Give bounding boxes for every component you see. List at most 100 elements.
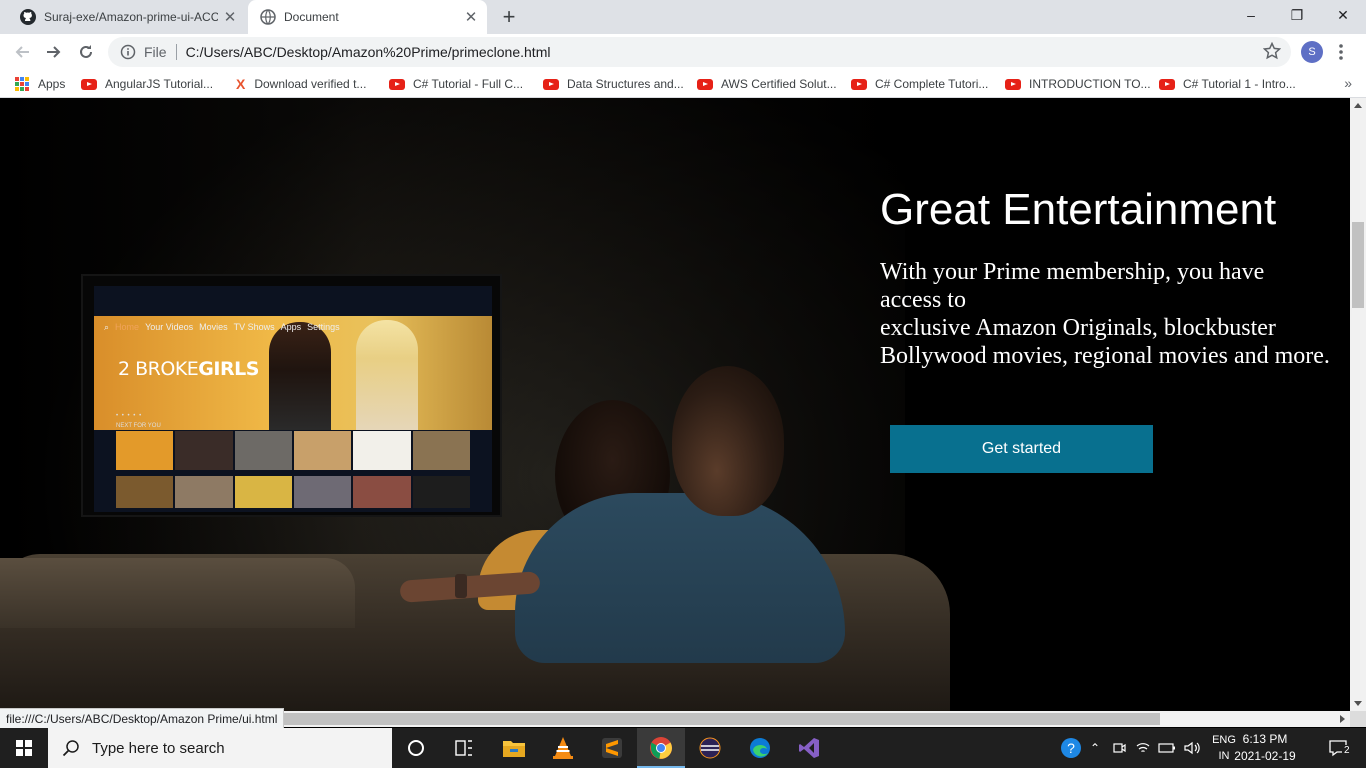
info-icon[interactable] xyxy=(120,44,136,60)
help-icon[interactable]: ? xyxy=(1060,737,1082,759)
hero-text-block: Great Entertainment With your Prime memb… xyxy=(880,184,1350,370)
vertical-scrollbar[interactable] xyxy=(1350,98,1366,711)
notification-count-badge: 2 xyxy=(1342,745,1352,756)
url-separator xyxy=(175,44,177,60)
get-started-button[interactable]: Get started xyxy=(890,425,1153,473)
minimize-button[interactable]: – xyxy=(1228,0,1274,30)
tab-close-icon[interactable]: ✕ xyxy=(459,5,483,29)
tv-tile xyxy=(412,431,470,470)
reload-button[interactable] xyxy=(72,38,100,66)
meet-now-icon[interactable] xyxy=(1112,741,1126,755)
tv-screen: 2 BROKEGIRLS ⌕ Home Your Videos Movies T… xyxy=(94,286,492,512)
tv-tile xyxy=(293,431,352,470)
start-button[interactable] xyxy=(0,728,48,768)
tab-strip: Suraj-exe/Amazon-prime-ui-ACC ✕ Document… xyxy=(0,0,1366,34)
battery-icon[interactable] xyxy=(1158,741,1176,755)
taskbar-search-box[interactable]: Type here to search xyxy=(48,728,392,768)
bookmark-aws[interactable]: AWS Certified Solut... xyxy=(697,76,837,92)
bookmark-label: AWS Certified Solut... xyxy=(721,77,837,91)
couch-arm xyxy=(0,558,355,628)
hero-subtitle-line: access to xyxy=(880,287,966,313)
volume-icon[interactable] xyxy=(1184,741,1200,755)
chrome-icon xyxy=(650,737,672,759)
chrome-button[interactable] xyxy=(637,728,685,768)
wifi-icon[interactable] xyxy=(1136,741,1150,755)
scroll-up-arrow-icon[interactable] xyxy=(1354,103,1362,108)
tab-document[interactable]: Document ✕ xyxy=(248,0,487,34)
bookmark-csharp-complete[interactable]: C# Complete Tutori... xyxy=(851,76,988,92)
edge-icon xyxy=(750,738,770,758)
back-arrow-icon xyxy=(15,46,29,58)
bookmark-data-structures[interactable]: Data Structures and... xyxy=(543,76,684,92)
person-man-head xyxy=(672,366,784,516)
tv-tile xyxy=(234,476,292,508)
hero-subtitle: With your Prime membership, you have acc… xyxy=(880,258,1350,370)
wristwatch xyxy=(455,574,467,598)
edge-button[interactable] xyxy=(736,728,784,768)
show-hidden-icons-chevron-icon[interactable]: ⌃ xyxy=(1090,741,1100,755)
bookmark-introduction[interactable]: INTRODUCTION TO... xyxy=(1005,76,1151,92)
more-options-icon[interactable] xyxy=(1336,42,1346,62)
back-button[interactable] xyxy=(8,38,36,66)
tv-tile xyxy=(116,431,174,470)
tv-tile-row xyxy=(116,476,470,508)
action-center-button[interactable]: 2 xyxy=(1318,728,1358,768)
more-bookmarks-chevron-icon[interactable]: » xyxy=(1344,75,1352,91)
page-viewport: 2 BROKEGIRLS ⌕ Home Your Videos Movies T… xyxy=(0,98,1350,711)
file-explorer-button[interactable] xyxy=(490,728,538,768)
bookmark-csharp-full[interactable]: C# Tutorial - Full C... xyxy=(389,76,523,92)
tv-search-icon: ⌕ xyxy=(104,322,110,332)
clock-time: 6:13 PM xyxy=(1242,732,1288,746)
scroll-right-arrow-icon[interactable] xyxy=(1340,715,1345,723)
tv-tile xyxy=(175,476,233,508)
folder-icon xyxy=(503,741,525,757)
sublime-text-button[interactable] xyxy=(588,728,636,768)
tab-close-icon[interactable]: ✕ xyxy=(218,5,242,29)
youtube-icon xyxy=(697,78,713,90)
forward-button[interactable] xyxy=(40,38,68,66)
bookmark-label: INTRODUCTION TO... xyxy=(1029,77,1151,91)
system-tray: ? ⌃ xyxy=(1060,728,1200,768)
horizontal-scroll-thumb[interactable] xyxy=(280,713,1160,725)
address-bar[interactable]: File C:/Users/ABC/Desktop/Amazon%20Prime… xyxy=(108,37,1291,67)
visual-studio-button[interactable] xyxy=(785,728,833,768)
bookmark-label: C# Tutorial 1 - Intro... xyxy=(1183,77,1296,91)
task-view-button[interactable] xyxy=(440,728,488,768)
scroll-down-arrow-icon[interactable] xyxy=(1354,701,1362,706)
tv-tile xyxy=(293,476,352,508)
youtube-icon xyxy=(389,78,405,90)
bookmark-csharp-tutorial-1[interactable]: C# Tutorial 1 - Intro... xyxy=(1159,76,1296,92)
tv-nav-item: TV Shows xyxy=(233,322,275,332)
tab-github[interactable]: Suraj-exe/Amazon-prime-ui-ACC ✕ xyxy=(8,0,246,34)
windows-taskbar: Type here to search ? ⌃ ENG IN 6:13 PM 2… xyxy=(0,728,1366,768)
tv-tile xyxy=(353,431,411,470)
profile-avatar[interactable]: S xyxy=(1301,41,1323,63)
restore-button[interactable]: ❐ xyxy=(1274,0,1320,30)
eclipse-button[interactable] xyxy=(686,728,734,768)
bookmark-star-icon[interactable] xyxy=(1263,42,1281,60)
tv-nav-item: Your Videos xyxy=(145,322,194,332)
tv-hero-banner: 2 BROKEGIRLS xyxy=(94,316,492,430)
vlc-button[interactable] xyxy=(539,728,587,768)
cortana-button[interactable] xyxy=(392,728,440,768)
new-tab-button[interactable]: + xyxy=(497,4,521,29)
bookmark-label: C# Complete Tutori... xyxy=(875,77,989,91)
youtube-icon xyxy=(81,78,97,90)
url-text[interactable]: C:/Users/ABC/Desktop/Amazon%20Prime/prim… xyxy=(186,44,551,60)
bookmark-apps[interactable]: Apps xyxy=(15,76,65,92)
tv-tile xyxy=(412,476,470,508)
youtube-icon xyxy=(1159,78,1175,90)
close-window-button[interactable]: ✕ xyxy=(1320,0,1366,30)
clock[interactable]: 6:13 PM 2021-02-19 xyxy=(1229,731,1301,765)
hero-image-tv: 2 BROKEGIRLS ⌕ Home Your Videos Movies T… xyxy=(81,274,502,517)
bookmark-download-verified[interactable]: X Download verified t... xyxy=(236,76,366,92)
bookmark-angularjs[interactable]: AngularJS Tutorial... xyxy=(81,76,213,92)
tv-hero-figure xyxy=(269,322,331,430)
tv-next-label: NEXT FOR YOU xyxy=(116,423,161,429)
bookmarks-bar: Apps AngularJS Tutorial... X Download ve… xyxy=(0,70,1366,98)
tv-hero-figure xyxy=(356,320,418,430)
cortana-circle-icon xyxy=(408,740,424,756)
apps-grid-icon xyxy=(15,77,29,91)
vertical-scroll-thumb[interactable] xyxy=(1352,222,1364,308)
tv-nav-item: Home xyxy=(115,322,140,332)
